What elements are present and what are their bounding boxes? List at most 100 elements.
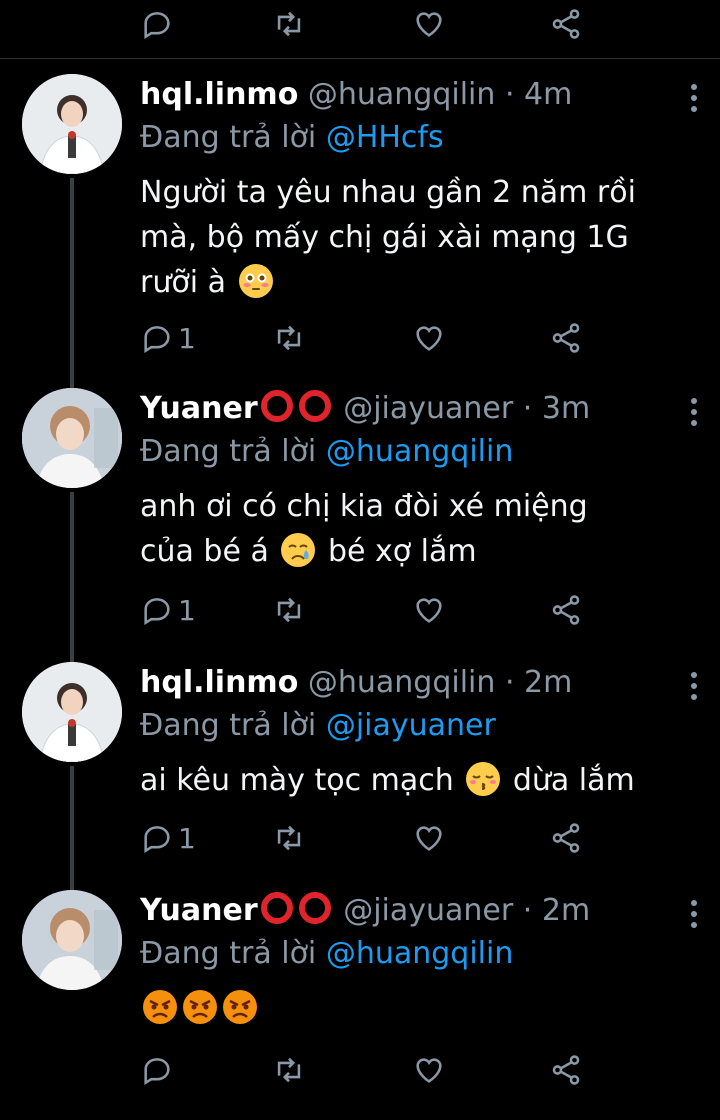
separator-dot: · <box>522 391 533 426</box>
more-vertical-icon[interactable] <box>690 84 698 114</box>
reply-mention-link[interactable]: @jiayuaner <box>326 708 496 743</box>
more-vertical-icon[interactable] <box>690 398 698 428</box>
display-name[interactable]: Yuaner <box>140 893 258 928</box>
reply-count: 1 <box>178 821 196 855</box>
thread-connector <box>70 492 74 662</box>
retweet-icon <box>277 11 301 37</box>
reply-mention-link[interactable]: @huangqilin <box>326 434 514 469</box>
tweet-text: Người ta yêu nhau gần 2 năm rồi mà, bộ m… <box>140 170 700 305</box>
retweet-button[interactable] <box>272 816 306 860</box>
username[interactable]: @jiayuaner <box>343 893 513 928</box>
tweet-header: Yuaner @jiayuaner · 3m <box>140 388 700 430</box>
share-button[interactable] <box>549 1048 583 1092</box>
avatar[interactable] <box>22 74 122 174</box>
tweet-text-line: Người ta yêu nhau gần 2 năm rồi <box>140 175 636 210</box>
timestamp[interactable]: 2m <box>542 893 590 928</box>
like-button[interactable] <box>412 1048 446 1092</box>
replying-to-label: Đang trả lời <box>140 120 317 155</box>
tweet-text-line: mà, bộ mấy chị gái xài mạng 1G <box>140 220 629 255</box>
retweet-icon <box>277 825 301 851</box>
more-vertical-icon[interactable] <box>690 672 698 702</box>
username[interactable]: @huangqilin <box>308 665 496 700</box>
reply-button[interactable] <box>140 2 174 46</box>
pouting-face-emoji <box>223 990 257 1024</box>
tweet-text-line: của bé á bé xợ lắm <box>140 529 700 574</box>
replying-to: Đang trả lời @jiayuaner <box>140 704 700 748</box>
reply-mention-link[interactable]: @HHcfs <box>326 120 444 155</box>
timestamp[interactable]: 2m <box>524 665 572 700</box>
like-button[interactable] <box>412 316 446 360</box>
share-icon <box>552 595 580 625</box>
tweet-text-line <box>140 986 700 1031</box>
tweet-header: Yuaner @jiayuaner · 2m <box>140 890 700 932</box>
tweet-text-line: ai kêu mày tọc mạch dừa lắm <box>140 758 700 803</box>
reply-icon <box>144 12 170 40</box>
like-button[interactable] <box>412 816 446 860</box>
tweet-text-segment: của bé á <box>140 534 269 569</box>
reply-button[interactable] <box>140 1048 178 1092</box>
timestamp[interactable]: 4m <box>524 77 572 112</box>
timestamp[interactable]: 3m <box>542 391 590 426</box>
avatar[interactable] <box>22 890 122 990</box>
tweet-text: ai kêu mày tọc mạch dừa lắm <box>140 758 700 803</box>
flushed-face-emoji <box>238 264 273 298</box>
divider <box>0 58 720 59</box>
share-button[interactable] <box>549 2 583 46</box>
heart-icon <box>416 326 442 351</box>
like-button[interactable] <box>412 2 446 46</box>
replying-to-label: Đang trả lời <box>140 434 317 469</box>
reply-mention-link[interactable]: @huangqilin <box>326 936 514 971</box>
retweet-icon <box>277 325 301 351</box>
heart-icon <box>416 1058 442 1083</box>
share-button[interactable] <box>549 816 583 860</box>
retweet-icon <box>277 597 301 623</box>
tweet-header: hql.linmo @huangqilin · 2m <box>140 662 700 704</box>
more-vertical-icon[interactable] <box>690 900 698 930</box>
reply-icon <box>144 826 170 854</box>
avatar-photo <box>22 74 122 174</box>
username[interactable]: @huangqilin <box>308 77 496 112</box>
heart-icon <box>416 12 442 37</box>
tweet-text-segment: bé xợ lắm <box>327 534 477 569</box>
tweet-text-line: rưỡi à <box>140 260 700 305</box>
tweet-text-segment: ai kêu mày tọc mạch <box>140 763 454 798</box>
separator-dot: · <box>504 77 515 112</box>
share-icon <box>552 323 580 353</box>
avatar[interactable] <box>22 662 122 762</box>
retweet-button[interactable] <box>272 588 306 632</box>
retweet-button[interactable] <box>272 1048 306 1092</box>
replying-to-label: Đang trả lời <box>140 936 317 971</box>
share-button[interactable] <box>549 316 583 360</box>
share-icon <box>552 1055 580 1085</box>
avatar[interactable] <box>22 388 122 488</box>
retweet-button[interactable] <box>272 2 306 46</box>
reply-button[interactable]: 1 <box>140 316 196 360</box>
thread-connector <box>70 178 74 388</box>
display-name[interactable]: hql.linmo <box>140 665 298 700</box>
reply-button[interactable]: 1 <box>140 816 196 860</box>
reply-icon <box>144 1058 170 1086</box>
avatar-photo <box>22 388 122 488</box>
replying-to: Đang trả lời @huangqilin <box>140 430 700 474</box>
separator-dot: · <box>504 665 515 700</box>
retweet-icon <box>277 1057 301 1083</box>
reply-icon <box>144 326 170 354</box>
previous-tweet-actions <box>0 0 720 52</box>
share-button[interactable] <box>549 588 583 632</box>
like-button[interactable] <box>412 588 446 632</box>
reply-button[interactable]: 1 <box>140 588 196 632</box>
kissing-closed-eyes-emoji <box>466 762 501 796</box>
reply-count: 1 <box>178 321 196 355</box>
username[interactable]: @jiayuaner <box>343 391 513 426</box>
two-red-circles-icon <box>260 892 331 924</box>
display-name[interactable]: hql.linmo <box>140 77 298 112</box>
retweet-button[interactable] <box>272 316 306 360</box>
display-name[interactable]: Yuaner <box>140 391 258 426</box>
separator-dot: · <box>522 893 533 928</box>
pouting-face-emoji <box>183 990 217 1024</box>
replying-to: Đang trả lời @huangqilin <box>140 932 700 976</box>
replying-to-label: Đang trả lời <box>140 708 317 743</box>
tweet-text-segment: rưỡi à <box>140 265 226 300</box>
share-icon <box>552 823 580 853</box>
tweet-actions <box>140 1048 600 1092</box>
